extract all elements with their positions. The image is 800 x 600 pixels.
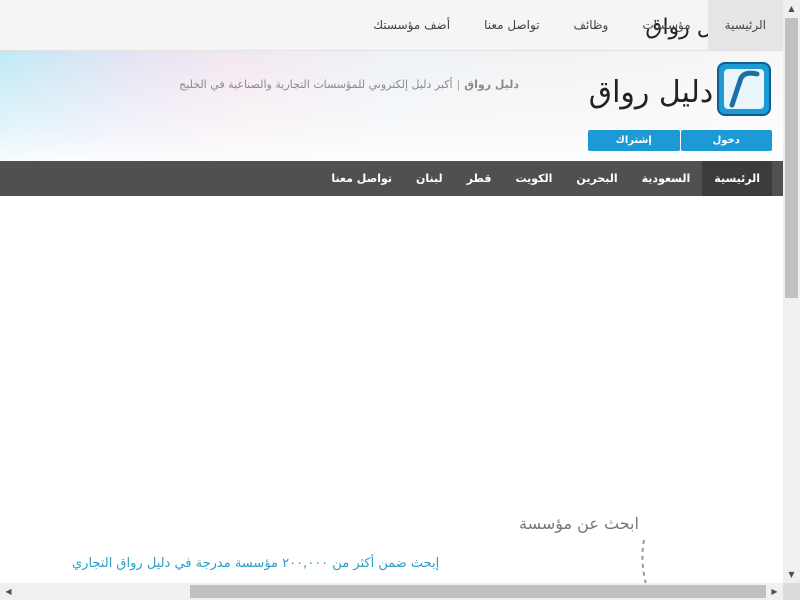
top-nav-contact[interactable]: تواصل معنا bbox=[467, 0, 556, 50]
header-tagline: دليل رواق|أكبر دليل إلكتروني للمؤسسات ال… bbox=[179, 78, 519, 91]
top-nav-home[interactable]: الرئيسية bbox=[707, 0, 783, 50]
scrollbar-corner bbox=[783, 583, 800, 600]
horizontal-scrollbar[interactable]: ◀ ▶ bbox=[0, 583, 783, 600]
tagline-brand: دليل رواق bbox=[464, 78, 519, 91]
nav-kuwait[interactable]: الكويت bbox=[503, 161, 564, 196]
nav-bahrain[interactable]: البحرين bbox=[564, 161, 629, 196]
top-bar: دليل رواق الرئيسية مؤسسات وظائف تواصل مع… bbox=[0, 0, 783, 51]
nav-lebanon[interactable]: لبنان bbox=[404, 161, 455, 196]
signup-button[interactable]: إشتراك bbox=[588, 130, 680, 151]
logo-text: دليل رواق bbox=[589, 75, 713, 110]
main-navigation: الرئيسية السعودية البحرين الكويت قطر لبن… bbox=[0, 161, 783, 196]
vertical-scrollbar[interactable]: ▲ ▼ bbox=[783, 0, 800, 583]
auth-buttons: إشتراك دخول bbox=[588, 130, 772, 151]
scroll-up-arrow-icon[interactable]: ▲ bbox=[783, 0, 800, 17]
top-nav-institutions[interactable]: مؤسسات bbox=[625, 0, 707, 50]
scroll-left-arrow-icon[interactable]: ◀ bbox=[0, 583, 17, 600]
nav-qatar[interactable]: قطر bbox=[455, 161, 504, 196]
vertical-scroll-thumb[interactable] bbox=[785, 18, 798, 298]
scroll-down-arrow-icon[interactable]: ▼ bbox=[783, 566, 800, 583]
dashed-arrow-decoration bbox=[641, 540, 647, 584]
nav-home[interactable]: الرئيسية bbox=[702, 161, 772, 196]
nav-contact[interactable]: تواصل معنا bbox=[319, 161, 404, 196]
nav-saudi[interactable]: السعودية bbox=[630, 161, 703, 196]
top-nav-jobs[interactable]: وظائف bbox=[557, 0, 626, 50]
tagline-separator: | bbox=[456, 78, 461, 91]
login-button[interactable]: دخول bbox=[680, 130, 772, 151]
scroll-right-arrow-icon[interactable]: ▶ bbox=[766, 583, 783, 600]
horizontal-scroll-thumb[interactable] bbox=[190, 585, 766, 598]
search-heading: ابحث عن مؤسسة bbox=[519, 514, 639, 533]
search-subheading: إبحث ضمن أكثر من ٢٠٠,٠٠٠ مؤسسة مدرجة في … bbox=[72, 556, 440, 571]
top-nav-add-institution[interactable]: أضف مؤسستك bbox=[356, 0, 467, 50]
tagline-text: أكبر دليل إلكتروني للمؤسسات التجارية وال… bbox=[179, 78, 453, 91]
top-navigation: الرئيسية مؤسسات وظائف تواصل معنا أضف مؤس… bbox=[356, 0, 783, 50]
site-logo[interactable]: دليل رواق bbox=[585, 60, 777, 118]
